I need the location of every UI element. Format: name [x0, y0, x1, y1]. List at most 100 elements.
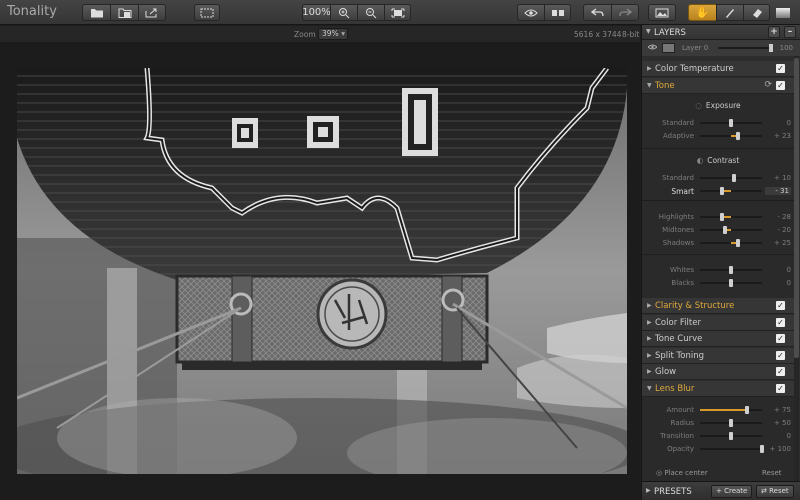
slider-track[interactable] — [700, 419, 762, 427]
share-button[interactable] — [138, 4, 166, 21]
collapsed-triangle-icon: ▶ — [647, 368, 652, 375]
slider-track[interactable] — [700, 119, 762, 127]
slider-row[interactable]: Smart - 31 — [642, 185, 794, 197]
slider-knob[interactable] — [729, 419, 733, 427]
compare-button[interactable] — [544, 4, 571, 21]
crop-button[interactable] — [194, 4, 220, 21]
enable-checkbox[interactable]: ✓ — [776, 318, 785, 327]
zoom-select[interactable]: 39% ▾ — [318, 28, 348, 40]
create-preset-button[interactable]: + Create — [711, 485, 753, 498]
brush-tool-button[interactable] — [716, 4, 743, 21]
slider-knob[interactable] — [722, 226, 727, 234]
enable-checkbox[interactable]: ✓ — [776, 367, 785, 376]
section-color-temperature[interactable]: ▶ Color Temperature ✓ — [642, 61, 794, 77]
layers-header[interactable]: ▼ LAYERS + – — [642, 25, 800, 40]
eye-icon[interactable] — [648, 44, 657, 50]
section-clarity-structure[interactable]: ▶ Clarity & Structure ✓ — [642, 298, 794, 314]
panel-scrollbar[interactable] — [794, 56, 799, 486]
slider-row[interactable]: Adaptive + 23 — [642, 130, 794, 142]
slider-track[interactable] — [700, 279, 762, 287]
slider-track[interactable] — [700, 445, 764, 453]
place-center-button[interactable]: ◎ Place center — [656, 469, 708, 477]
preview-toggle-button[interactable] — [517, 4, 544, 21]
slider-row[interactable]: Transition 0 — [642, 430, 794, 442]
hand-tool-button[interactable]: ✋ — [688, 4, 716, 21]
layer-row[interactable]: Layer 0 100 — [642, 40, 800, 56]
redo-button[interactable] — [611, 4, 639, 21]
slider-knob[interactable] — [744, 406, 749, 414]
slider-row[interactable]: Midtones - 20 — [642, 224, 794, 236]
slider-row[interactable]: Blacks 0 — [642, 277, 794, 289]
eraser-tool-button[interactable] — [743, 4, 770, 21]
slider-knob[interactable] — [720, 213, 725, 221]
slider-track[interactable] — [700, 432, 762, 440]
slider-track[interactable] — [700, 266, 762, 274]
section-lens-blur[interactable]: ▼ Lens Blur ✓ — [642, 381, 794, 397]
slider-row[interactable]: Radius + 50 — [642, 417, 794, 429]
gradient-tool-button[interactable] — [770, 4, 796, 21]
canvas-area[interactable] — [0, 42, 640, 500]
enable-checkbox[interactable]: ✓ — [776, 334, 785, 343]
enable-checkbox[interactable]: ✓ — [776, 351, 785, 360]
section-tone[interactable]: ▼ Tone ⟳ ✓ — [642, 78, 794, 94]
slider-track[interactable] — [700, 213, 762, 221]
expand-triangle-icon: ▼ — [646, 28, 651, 35]
undo-button[interactable] — [583, 4, 611, 21]
enable-checkbox[interactable]: ✓ — [776, 81, 785, 90]
slider-knob[interactable] — [729, 279, 733, 287]
slider-knob[interactable] — [729, 266, 733, 274]
histogram-button[interactable] — [648, 4, 676, 21]
open-folder-button[interactable] — [82, 4, 110, 21]
zoom-in-button[interactable] — [330, 4, 357, 21]
zoom-out-button[interactable] — [357, 4, 384, 21]
slider-row[interactable]: Shadows + 25 — [642, 237, 794, 249]
enable-checkbox[interactable]: ✓ — [776, 64, 785, 73]
undo-icon — [590, 7, 604, 16]
enable-checkbox[interactable]: ✓ — [776, 301, 785, 310]
slider-row[interactable]: Opacity + 100 — [642, 443, 794, 455]
slider-knob[interactable] — [760, 445, 764, 453]
slider-row[interactable]: Standard + 10 — [642, 172, 794, 184]
lens-blur-reset-button[interactable]: Reset — [762, 469, 782, 477]
add-layer-button[interactable]: + — [768, 26, 780, 38]
fit-screen-icon — [391, 8, 404, 17]
collapsed-triangle-icon: ▶ — [647, 65, 652, 72]
section-color-filter[interactable]: ▶ Color Filter ✓ — [642, 315, 794, 331]
slider-track[interactable] — [700, 174, 762, 182]
slider-track[interactable] — [700, 132, 762, 140]
reset-preset-button[interactable]: ⇄ Reset — [756, 485, 794, 498]
slider-track[interactable] — [700, 226, 762, 234]
slider-knob[interactable] — [719, 187, 724, 195]
zoom-label: Zoom — [294, 30, 316, 39]
slider-label: Standard — [662, 174, 694, 182]
layer-opacity-knob[interactable] — [769, 44, 773, 52]
slider-row[interactable]: Whites 0 — [642, 264, 794, 276]
slider-row[interactable]: Amount + 75 — [642, 404, 794, 416]
remove-layer-button[interactable]: – — [784, 26, 796, 38]
slider-knob[interactable] — [729, 119, 733, 127]
slider-knob[interactable] — [736, 239, 741, 247]
slider-track[interactable] — [700, 187, 762, 195]
scrollbar-thumb[interactable] — [794, 58, 799, 358]
slider-row[interactable]: Highlights - 28 — [642, 211, 794, 223]
canvas-info-bar: Zoom 39% ▾ 5616 x 3744 8-bit — [0, 26, 640, 42]
save-button[interactable] — [110, 4, 138, 21]
plus-icon: + — [716, 487, 725, 495]
section-glow[interactable]: ▶ Glow ✓ — [642, 364, 794, 380]
slider-fill — [700, 409, 747, 411]
fit-screen-button[interactable] — [384, 4, 411, 21]
section-split-toning[interactable]: ▶ Split Toning ✓ — [642, 348, 794, 364]
slider-track[interactable] — [700, 239, 762, 247]
zoom-100-button[interactable]: 100% — [302, 4, 331, 21]
slider-knob[interactable] — [729, 432, 733, 440]
slider-knob[interactable] — [736, 132, 741, 140]
reset-cycle-icon[interactable]: ⟳ — [764, 80, 772, 90]
slider-row[interactable]: Standard 0 — [642, 117, 794, 129]
slider-track[interactable] — [700, 406, 762, 414]
slider-knob[interactable] — [732, 174, 737, 182]
section-tone-curve[interactable]: ▶ Tone Curve ✓ — [642, 331, 794, 347]
photo-lantern-image[interactable] — [17, 68, 627, 474]
layer-opacity-slider[interactable] — [718, 47, 772, 49]
save-folder-icon — [118, 8, 131, 18]
enable-checkbox[interactable]: ✓ — [776, 384, 785, 393]
